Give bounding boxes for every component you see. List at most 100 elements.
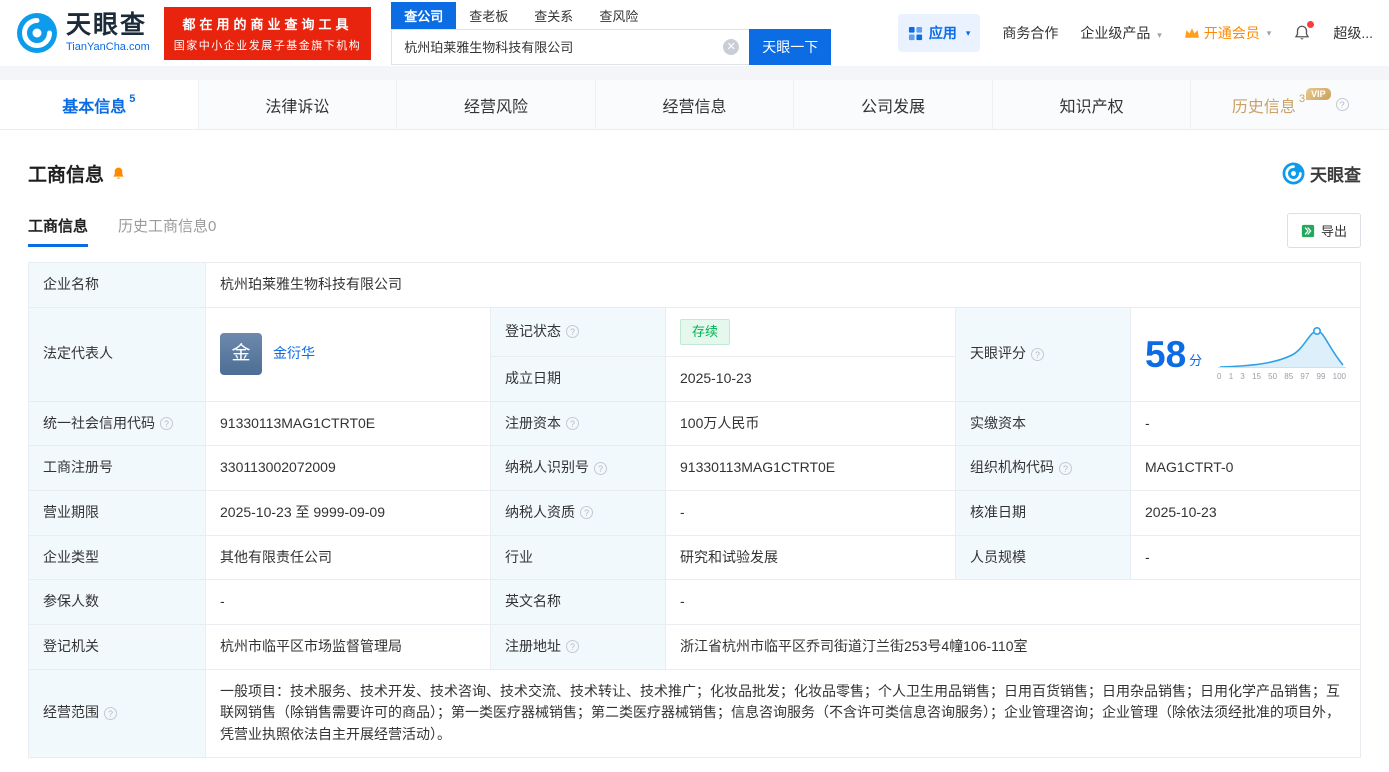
reg-capital-value: 100万人民币: [665, 400, 956, 447]
help-icon[interactable]: ?: [160, 416, 173, 430]
promo-line1: 都在用的商业查询工具: [182, 16, 353, 32]
status-badge: 存续: [680, 318, 731, 345]
company-type-value: 其他有限责任公司: [205, 534, 491, 581]
table-row: 参保人数 - 英文名称 -: [28, 579, 1361, 625]
approval-date-value: 2025-10-23: [1130, 489, 1361, 536]
reg-status-label: 登记状态?: [490, 306, 666, 357]
help-icon[interactable]: ?: [594, 461, 607, 475]
top-header: 天眼查 TianYanCha.com 都在用的商业查询工具 国家中小企业发展子基…: [0, 0, 1389, 66]
help-icon[interactable]: ?: [566, 416, 579, 430]
nav-business-cooperation[interactable]: 商务合作: [1002, 23, 1058, 43]
help-icon[interactable]: ?: [580, 506, 593, 520]
help-icon[interactable]: ?: [1031, 347, 1044, 361]
table-row: 统一社会信用代码? 91330113MAG1CTRT0E 注册资本? 100万人…: [28, 400, 1361, 447]
chevron-down-icon: ▾: [965, 27, 971, 38]
subscribe-bell-icon[interactable]: [111, 166, 126, 181]
insured-count-label: 参保人数: [28, 579, 206, 625]
tab-label: 历史信息: [1231, 98, 1296, 116]
tab-history-info[interactable]: 历史信息 3 VIP ?: [1191, 80, 1389, 129]
tab-count: 5: [129, 92, 136, 105]
company-name-value: 杭州珀莱雅生物科技有限公司: [205, 262, 1361, 308]
nav-super-vip[interactable]: 超级...: [1333, 23, 1373, 43]
search-button[interactable]: 天眼一下: [749, 28, 832, 65]
tab-label: 法律诉讼: [265, 98, 330, 116]
watermark-label: 天眼查: [1310, 166, 1361, 185]
vip-badge: VIP: [1306, 87, 1331, 100]
tab-legal-proceedings[interactable]: 法律诉讼: [199, 80, 398, 129]
taxpayer-quality-value: -: [665, 489, 956, 536]
search-tab-boss[interactable]: 查老板: [456, 2, 521, 29]
business-term-value: 2025-10-23 至 9999-09-09: [205, 489, 491, 536]
header-divider: [0, 66, 1389, 80]
establish-date-value: 2025-10-23: [665, 355, 956, 402]
table-row: 工商注册号 330113002072009 纳税人识别号? 91330113MA…: [28, 445, 1361, 491]
tab-label: 知识产权: [1059, 98, 1124, 116]
apps-button[interactable]: 应用 ▾: [897, 14, 981, 52]
help-icon[interactable]: ?: [566, 640, 579, 654]
insured-count-value: -: [205, 579, 491, 625]
search-tab-relation[interactable]: 查关系: [521, 2, 586, 29]
reg-address-value: 浙江省杭州市临平区乔司街道汀兰街253号4幢106-110室: [665, 623, 1361, 670]
industry-label: 行业: [490, 534, 666, 581]
table-row: 法定代表人 金 金衍华 登记状态? 存续 天眼评分? 58 分 0 1 3 15…: [28, 306, 1361, 402]
nav-open-vip[interactable]: 开通会员 ▾: [1184, 23, 1271, 43]
tab-intellectual-property[interactable]: 知识产权: [993, 80, 1192, 129]
table-row: 企业名称 杭州珀莱雅生物科技有限公司: [28, 262, 1361, 308]
table-row: 营业期限 2025-10-23 至 9999-09-09 纳税人资质? - 核准…: [28, 489, 1361, 536]
tab-label: 公司发展: [861, 98, 926, 116]
score-unit: 分: [1189, 353, 1203, 369]
approval-date-label: 核准日期: [955, 489, 1131, 536]
company-type-label: 企业类型: [28, 534, 206, 581]
tab-basic-info[interactable]: 基本信息 5: [0, 80, 199, 129]
org-code-label: 组织机构代码?: [955, 445, 1131, 491]
brand-name: 天眼查: [66, 11, 148, 39]
clear-search-icon[interactable]: ✕: [723, 38, 740, 55]
notification-dot: [1307, 21, 1315, 28]
notification-bell[interactable]: [1293, 21, 1315, 42]
tianyancha-logo[interactable]: 天眼查 TianYanCha.com: [16, 12, 150, 54]
staff-size-value: -: [1130, 534, 1361, 581]
subtab-history-business-info[interactable]: 历史工商信息0: [118, 215, 216, 247]
english-name-label: 英文名称: [490, 579, 666, 625]
tab-count: 3: [1298, 92, 1306, 105]
search-tab-risk[interactable]: 查风险: [586, 2, 651, 29]
english-name-value: -: [665, 579, 1361, 625]
help-icon[interactable]: ?: [566, 325, 579, 339]
help-icon[interactable]: ?: [1059, 461, 1072, 475]
open-vip-label: 开通会员: [1203, 25, 1260, 41]
help-icon[interactable]: ?: [1335, 98, 1349, 111]
business-info-table: 企业名称 杭州珀莱雅生物科技有限公司 法定代表人 金 金衍华 登记状态? 存续 …: [28, 262, 1361, 758]
paid-capital-value: -: [1130, 400, 1361, 447]
score-value: 58: [1145, 333, 1187, 375]
enterprise-label: 企业级产品: [1080, 25, 1151, 41]
score-chart-axis: 0 1 3 15 50 85 97 99 100: [1217, 372, 1346, 382]
nav-enterprise-products[interactable]: 企业级产品 ▾: [1080, 23, 1161, 43]
export-button[interactable]: 导出: [1286, 213, 1361, 248]
export-label: 导出: [1320, 224, 1347, 239]
tab-operating-info[interactable]: 经营信息: [596, 80, 795, 129]
legal-rep-label: 法定代表人: [28, 306, 206, 402]
reg-authority-label: 登记机关: [28, 623, 206, 670]
business-term-label: 营业期限: [28, 489, 206, 536]
subtab-row: 工商信息 历史工商信息0 导出: [28, 213, 1361, 248]
reg-number-label: 工商注册号: [28, 445, 206, 491]
chevron-down-icon: ▾: [1157, 30, 1162, 40]
score-label: 天眼评分?: [955, 306, 1131, 402]
tab-label: 经营风险: [463, 98, 528, 116]
establish-date-label: 成立日期: [490, 355, 666, 402]
tab-operating-risk[interactable]: 经营风险: [397, 80, 596, 129]
reg-authority-value: 杭州市临平区市场监督管理局: [205, 623, 491, 670]
tab-company-development[interactable]: 公司发展: [794, 80, 993, 129]
search-input[interactable]: [391, 28, 750, 65]
help-icon[interactable]: ?: [104, 706, 117, 720]
tab-label: 基本信息: [62, 98, 127, 116]
apps-grid-icon: [908, 26, 922, 40]
taxpayer-id-label: 纳税人识别号?: [490, 445, 666, 491]
company-section-tabs: 基本信息 5 法律诉讼 经营风险 经营信息 公司发展 知识产权 历史信息 3 V…: [0, 80, 1389, 130]
search-tab-company[interactable]: 查公司: [391, 1, 457, 29]
legal-rep-name-link[interactable]: 金衍华: [273, 343, 315, 365]
paid-capital-label: 实缴资本: [955, 400, 1131, 447]
legal-rep-avatar[interactable]: 金: [220, 333, 262, 376]
subtab-business-info[interactable]: 工商信息: [28, 215, 89, 247]
score-chart: 0 1 3 15 50 85 97 99 100: [1217, 324, 1346, 383]
